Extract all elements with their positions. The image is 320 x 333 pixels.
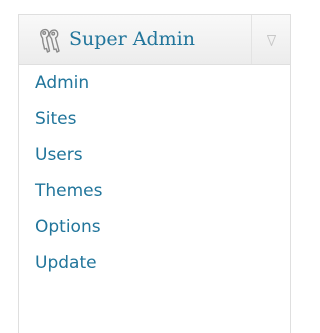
submenu-link-admin[interactable]: Admin [35,65,89,101]
submenu-link-users[interactable]: Users [35,137,83,173]
menu-header: Super Admin [19,14,290,65]
submenu-link-options[interactable]: Options [35,209,101,245]
super-admin-menu: Super Admin Admin Sites Users Themes Opt… [18,14,291,333]
menu-toggle-button[interactable] [253,15,290,64]
submenu-list: Admin Sites Users Themes Options Update [19,65,290,281]
submenu-item-themes: Themes [19,173,290,209]
submenu-item-admin: Admin [19,65,290,101]
submenu-item-sites: Sites [19,101,290,137]
admin-keys-icon [40,28,60,53]
menu-title: Super Admin [69,28,195,50]
submenu-link-themes[interactable]: Themes [35,173,103,209]
dropdown-arrow-icon [267,35,276,46]
submenu-link-update[interactable]: Update [35,245,97,281]
submenu-item-users: Users [19,137,290,173]
submenu-item-update: Update [19,245,290,281]
submenu-link-sites[interactable]: Sites [35,101,77,137]
super-admin-menu-heading[interactable]: Super Admin [19,15,252,64]
submenu-item-options: Options [19,209,290,245]
